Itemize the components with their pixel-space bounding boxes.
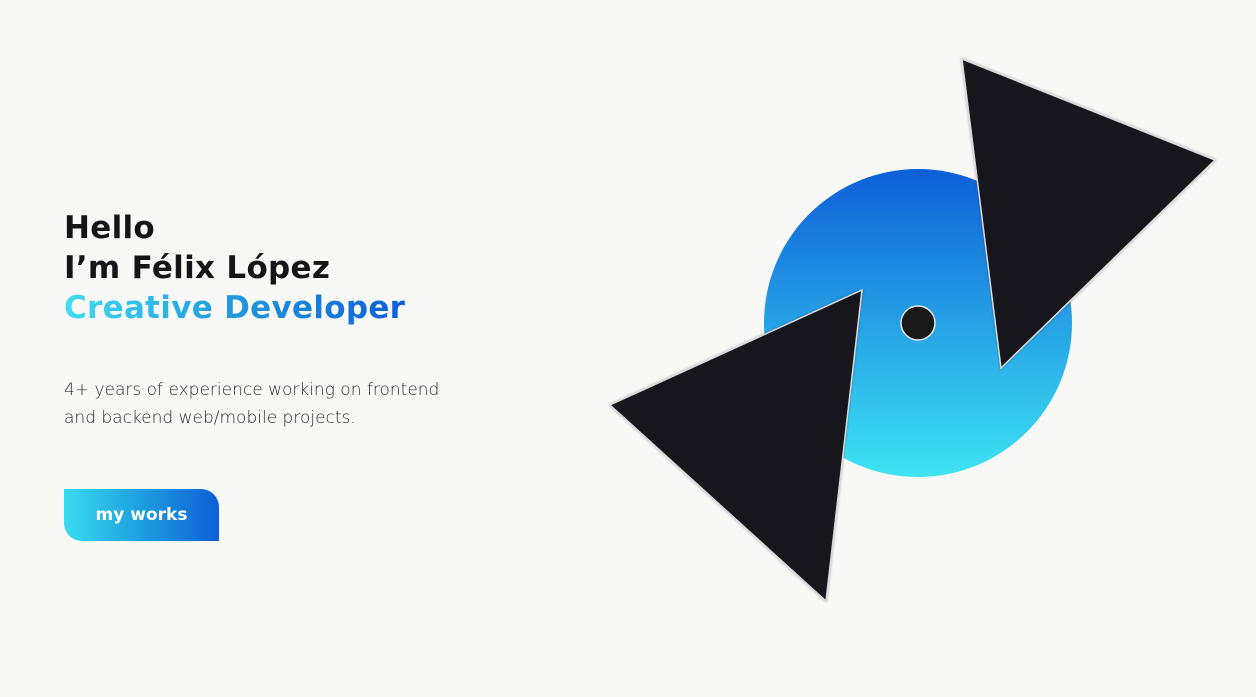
lower-triangle <box>608 288 863 603</box>
hero-illustration <box>608 57 1217 603</box>
hero-section: Hello I’m Félix López Creative Developer… <box>0 0 1256 697</box>
upper-triangle <box>961 57 1217 370</box>
center-dot <box>900 305 936 341</box>
